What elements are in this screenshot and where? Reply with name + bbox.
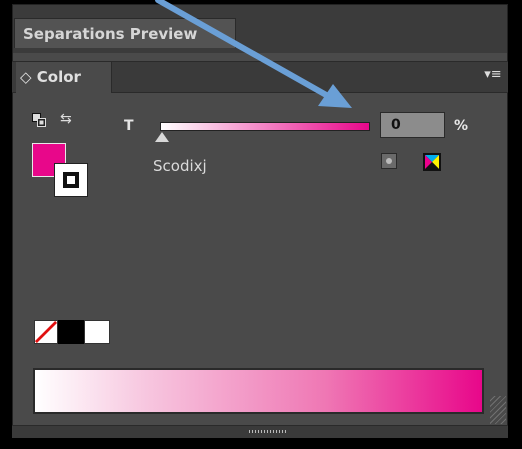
stroke-inner xyxy=(63,172,79,188)
resize-grip[interactable] xyxy=(490,396,506,424)
tint-slider[interactable] xyxy=(160,122,370,131)
stroke-swatch[interactable] xyxy=(54,163,88,197)
tint-label: T xyxy=(124,118,134,134)
chevron-icon: ◇ xyxy=(20,68,32,86)
color-tab-label: Color xyxy=(36,68,81,86)
tab-color[interactable]: ◇ Color xyxy=(16,62,112,93)
white-swatch[interactable] xyxy=(84,320,110,344)
panel-menu-icon[interactable]: ▾≡ xyxy=(482,66,504,84)
drag-handle[interactable] xyxy=(249,430,287,433)
tint-value-input[interactable]: 0 xyxy=(380,112,445,138)
percent-label: % xyxy=(454,118,469,134)
color-ramp[interactable] xyxy=(33,368,484,414)
black-swatch[interactable] xyxy=(58,320,84,344)
tint-slider-thumb[interactable] xyxy=(155,132,169,142)
stroke-hole xyxy=(67,176,75,184)
default-fill-stroke-icon[interactable] xyxy=(32,113,46,127)
spot-color-icon xyxy=(381,153,397,169)
swatch-name: Scodixj xyxy=(153,157,207,175)
none-color-swatch[interactable] xyxy=(34,320,58,344)
swap-fill-stroke-icon[interactable]: ⇆ xyxy=(60,110,76,128)
tab-separations-preview[interactable]: Separations Preview xyxy=(14,18,236,48)
process-color-icon xyxy=(423,153,441,171)
